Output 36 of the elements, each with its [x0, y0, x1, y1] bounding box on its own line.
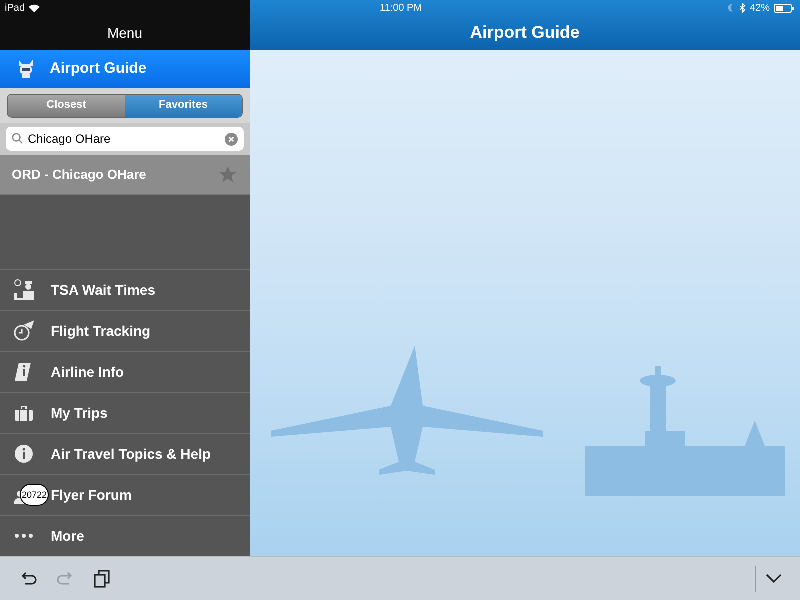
menu-item-label: TSA Wait Times: [51, 280, 156, 300]
chevron-down-icon[interactable]: [766, 574, 782, 584]
menu-item[interactable]: TSA Wait Times: [0, 269, 250, 310]
copy-icon[interactable]: [94, 570, 110, 588]
menu-title: Menu: [107, 24, 143, 42]
menu-item[interactable]: My Trips: [0, 392, 250, 433]
star-icon[interactable]: [218, 164, 238, 184]
clock-plane-icon: [13, 320, 35, 342]
menu-item-label: Air Travel Topics & Help: [51, 444, 212, 464]
app-menu-item[interactable]: Airport Guide: [0, 50, 250, 88]
wifi-icon: [29, 4, 40, 12]
status-time: 11:00 PM: [380, 2, 422, 16]
segment-tab[interactable]: Favorites: [125, 94, 242, 116]
page-title: Airport Guide: [470, 22, 580, 44]
menu-item-label: Flyer Forum: [51, 486, 132, 505]
menu-item[interactable]: Air Travel Topics & Help: [0, 433, 250, 474]
menu-item-label: My Trips: [51, 404, 108, 423]
device-name: iPad: [5, 2, 26, 16]
airport-name: ORD - Chicago OHare: [12, 166, 146, 184]
menu-item-label: Airline Info: [51, 362, 124, 382]
robot-icon: [16, 58, 36, 80]
search-field[interactable]: Chicago OHare: [6, 127, 244, 151]
bluetooth-icon: [740, 3, 746, 13]
search-icon: [12, 133, 23, 144]
clear-icon[interactable]: [225, 132, 238, 146]
count-badge: 20722: [20, 484, 50, 506]
menu-item[interactable]: 20722 Flyer Forum: [0, 474, 250, 515]
battery-icon: [774, 4, 794, 12]
menu-item[interactable]: Airline Info: [0, 351, 250, 392]
info-icon: [13, 443, 35, 465]
battery-percent: 42%: [750, 2, 770, 16]
menu-item-label: Flight Tracking: [51, 322, 151, 341]
more-icon: [13, 533, 35, 539]
menu-item-label: More: [51, 526, 84, 546]
officer-icon: [13, 279, 35, 301]
menu-item[interactable]: Flight Tracking: [0, 310, 250, 351]
